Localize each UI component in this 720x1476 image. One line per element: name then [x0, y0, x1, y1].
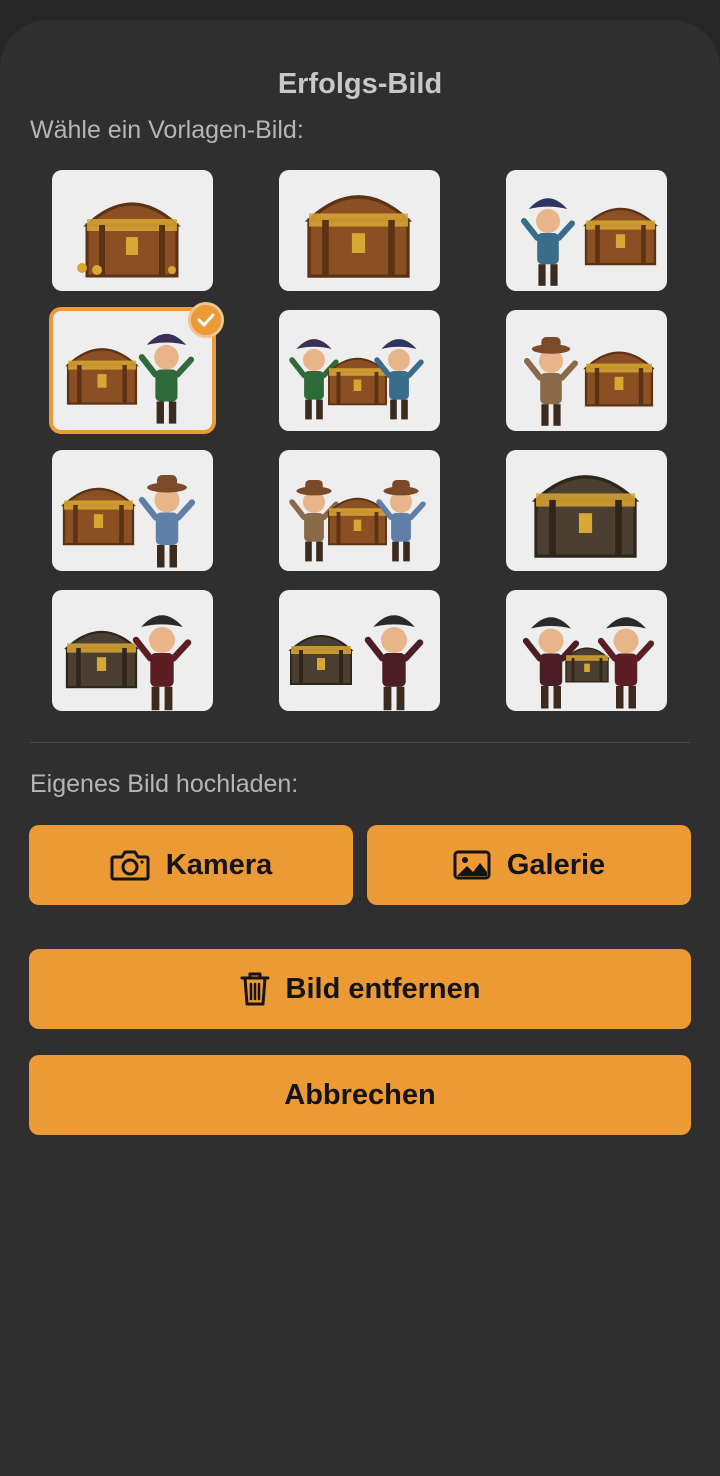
sheet-title: Erfolgs-Bild: [277, 68, 443, 100]
template-tile-pirate-man-chest[interactable]: [52, 590, 213, 711]
template-image: [65, 333, 195, 424]
template-tile-cowboy-boy-chest[interactable]: [506, 310, 667, 431]
gallery-button-label: Galerie: [506, 848, 606, 881]
camera-button-label: Kamera: [165, 848, 273, 881]
template-tile-dark-treasure-chest[interactable]: [506, 450, 667, 571]
camera-button[interactable]: Kamera: [29, 825, 353, 905]
template-tile-pirate-woman-chest[interactable]: [279, 590, 440, 711]
template-image: [289, 339, 424, 420]
trash-icon: [240, 971, 270, 1007]
template-tile-treasure-chest-jewels[interactable]: [279, 170, 440, 291]
template-tile-treasure-chest-gold[interactable]: [52, 170, 213, 291]
template-image: [522, 617, 655, 709]
template-section-label: Wähle ein Vorlagen-Bild:: [30, 116, 304, 144]
template-image: [77, 202, 181, 278]
cancel-button-label: Abbrechen: [284, 1078, 436, 1111]
cancel-button[interactable]: Abbrechen: [29, 1055, 691, 1135]
template-image: [289, 480, 426, 562]
gallery-button[interactable]: Galerie: [367, 825, 691, 905]
divider: [30, 742, 690, 743]
checkmark-icon: [188, 302, 224, 338]
template-image: [304, 195, 413, 278]
bottom-sheet: Erfolgs-Bild Wähle ein Vorlagen-Bild: Ei…: [0, 20, 720, 1476]
template-image: [61, 475, 196, 568]
template-tile-pirate-boy-chest[interactable]: [506, 170, 667, 291]
template-image: [523, 337, 655, 426]
remove-image-button-label: Bild entfernen: [285, 972, 481, 1005]
remove-image-button[interactable]: Bild entfernen: [29, 949, 691, 1029]
image-icon: [453, 850, 491, 880]
template-image: [520, 198, 658, 286]
template-tile-pirate-couple-chest[interactable]: [506, 590, 667, 711]
template-image: [288, 615, 424, 711]
template-tile-pirate-kids-chest[interactable]: [279, 310, 440, 431]
template-image: [64, 615, 192, 711]
template-image: [531, 475, 640, 558]
template-tile-cowboy-kids-chest[interactable]: [279, 450, 440, 571]
upload-section-label: Eigenes Bild hochladen:: [30, 770, 299, 798]
camera-icon: [110, 849, 150, 881]
template-tile-cowgirl-chest[interactable]: [52, 450, 213, 571]
